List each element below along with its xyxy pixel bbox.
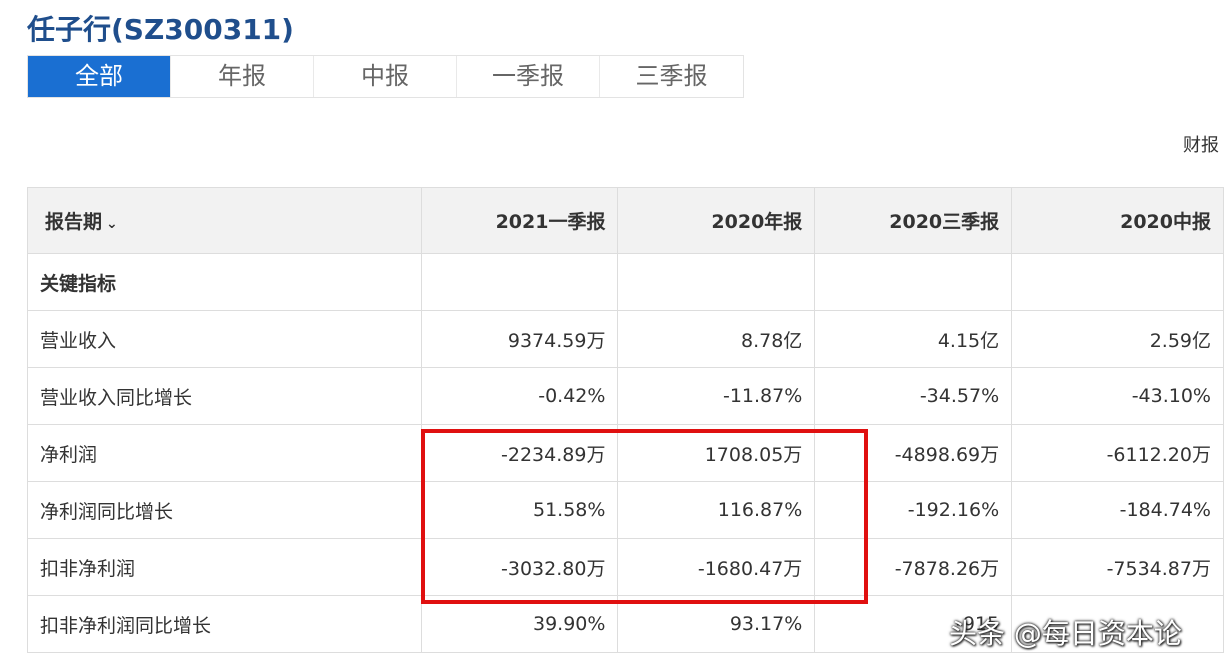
table-cell: 4.15亿 xyxy=(814,310,1013,368)
table-cell: -7878.26万 xyxy=(814,538,1013,596)
table-cell: -184.74% xyxy=(1011,481,1224,539)
tab-all[interactable]: 全部 xyxy=(28,56,171,97)
row-label: 营业收入 xyxy=(27,310,422,368)
column-header: 2020年报 xyxy=(617,187,816,254)
row-label: 扣非净利润同比增长 xyxy=(27,595,422,653)
table-cell: 51.58% xyxy=(420,481,619,539)
tab-q1[interactable]: 一季报 xyxy=(457,56,600,97)
table-cell: -34.57% xyxy=(814,367,1013,425)
table-row: 营业收入 9374.59万 8.78亿 4.15亿 2.59亿 xyxy=(27,310,1224,368)
table-row: 净利润 -2234.89万 1708.05万 -4898.69万 -6112.2… xyxy=(27,424,1224,482)
table-cell: 9374.59万 xyxy=(420,310,619,368)
table-cell: -3032.80万 xyxy=(420,538,619,596)
section-title: 关键指标 xyxy=(27,253,422,311)
table-row: 扣非净利润 -3032.80万 -1680.47万 -7878.26万 -753… xyxy=(27,538,1224,596)
financial-table: 报告期 ⌄ 2021一季报 2020年报 2020三季报 2020中报 关键指标 … xyxy=(27,187,1224,653)
report-type-tabs: 全部 年报 中报 一季报 三季报 xyxy=(27,55,744,98)
tab-interim[interactable]: 中报 xyxy=(314,56,457,97)
column-header: 2020中报 xyxy=(1011,187,1224,254)
table-cell: -2234.89万 xyxy=(420,424,619,482)
table-header-row: 报告期 ⌄ 2021一季报 2020年报 2020三季报 2020中报 xyxy=(27,187,1224,254)
table-cell: -1680.47万 xyxy=(617,538,816,596)
table-cell: -0.42% xyxy=(420,367,619,425)
row-label: 净利润 xyxy=(27,424,422,482)
page-title: 任子行(SZ300311) xyxy=(27,13,294,46)
chevron-down-icon[interactable]: ⌄ xyxy=(106,216,118,232)
tab-q3[interactable]: 三季报 xyxy=(600,56,743,97)
tab-annual[interactable]: 年报 xyxy=(171,56,314,97)
table-cell: 8.78亿 xyxy=(617,310,816,368)
table-cell: 116.87% xyxy=(617,481,816,539)
table-cell: -11.87% xyxy=(617,367,816,425)
table-cell: -43.10% xyxy=(1011,367,1224,425)
report-period-header[interactable]: 报告期 ⌄ xyxy=(27,187,422,254)
row-label: 扣非净利润 xyxy=(27,538,422,596)
table-cell: 2.59亿 xyxy=(1011,310,1224,368)
table-row: 净利润同比增长 51.58% 116.87% -192.16% -184.74% xyxy=(27,481,1224,539)
column-header: 2020三季报 xyxy=(814,187,1013,254)
table-cell: -4898.69万 xyxy=(814,424,1013,482)
section-row: 关键指标 xyxy=(27,253,1224,311)
table-cell: 93.17% xyxy=(617,595,816,653)
report-link[interactable]: 财报 xyxy=(1183,131,1219,157)
column-header: 2021一季报 xyxy=(420,187,619,254)
table-cell: -6112.20万 xyxy=(1011,424,1224,482)
table-cell: -192.16% xyxy=(814,481,1013,539)
table-cell: 39.90% xyxy=(420,595,619,653)
table-cell: -7534.87万 xyxy=(1011,538,1224,596)
row-label: 营业收入同比增长 xyxy=(27,367,422,425)
table-row: 营业收入同比增长 -0.42% -11.87% -34.57% -43.10% xyxy=(27,367,1224,425)
report-period-label: 报告期 xyxy=(45,211,103,233)
watermark: 头条 @每日资本论 xyxy=(949,617,1182,650)
row-label: 净利润同比增长 xyxy=(27,481,422,539)
table-cell: 1708.05万 xyxy=(617,424,816,482)
